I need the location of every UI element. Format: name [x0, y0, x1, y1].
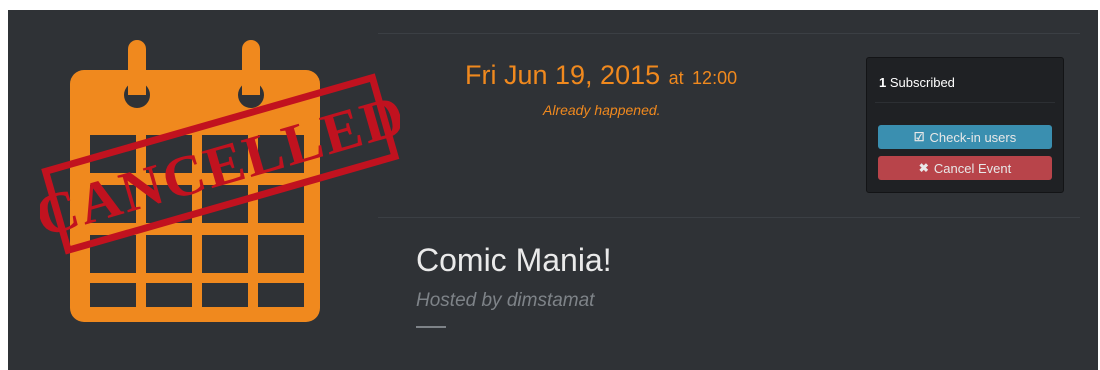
event-datetime: Fri Jun 19, 2015 at 12:00	[465, 60, 737, 91]
times-icon: ✖	[918, 161, 929, 175]
cancel-event-label: Cancel Event	[933, 160, 1012, 176]
check-in-users-label: Check-in users	[929, 129, 1017, 145]
middle-divider	[378, 217, 1080, 218]
subscription-box: 1 Subscribed ☑ Check-in users ✖ Cancel E…	[866, 57, 1064, 193]
stamp-text: CANCELLED	[40, 81, 400, 249]
event-time: 12:00	[692, 68, 738, 88]
event-at-label: at	[668, 68, 684, 88]
check-square-icon: ☑	[913, 130, 925, 144]
cancel-event-button[interactable]: ✖ Cancel Event	[878, 156, 1052, 180]
event-host: Hosted by dimstamat	[416, 290, 595, 311]
cancelled-stamp: CANCELLED	[40, 73, 400, 255]
event-status: Already happened.	[543, 102, 661, 118]
top-divider	[378, 33, 1080, 34]
subscription-count-line: 1 Subscribed	[879, 75, 955, 90]
subscriber-count: 1	[879, 75, 887, 90]
event-date: Fri Jun 19, 2015	[465, 60, 661, 90]
event-title: Comic Mania!	[416, 242, 612, 278]
subscription-divider	[875, 102, 1055, 103]
subscriber-label: Subscribed	[889, 75, 955, 90]
title-underline	[416, 326, 446, 328]
check-in-users-button[interactable]: ☑ Check-in users	[878, 125, 1052, 149]
